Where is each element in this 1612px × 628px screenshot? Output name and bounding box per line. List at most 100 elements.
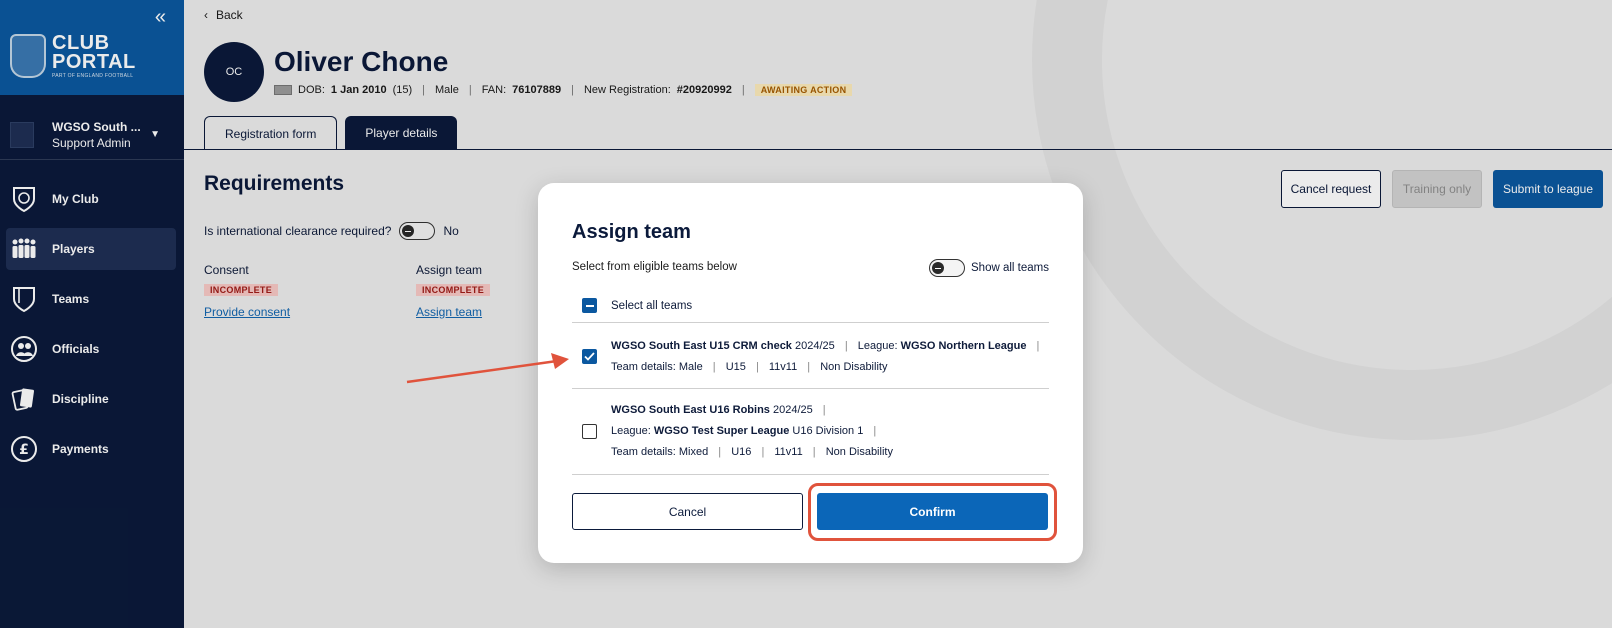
separator: | [571,84,574,96]
cancel-request-button[interactable]: Cancel request [1281,170,1381,208]
dob-value: 1 Jan 2010 [330,84,387,96]
requirements-title: Requirements [204,172,345,195]
team-age-group: U16 [731,446,752,458]
sidebar-item-teams[interactable]: Teams [6,278,176,320]
sidebar-item-my-club[interactable]: My Club [6,178,176,220]
team-option[interactable]: WGSO South East U15 CRM check 2024/25 | … [572,325,1049,389]
caret-down-icon[interactable]: ▼ [150,129,160,140]
sidebar-item-discipline[interactable]: Discipline [6,378,176,420]
sidebar-item-label: My Club [52,192,99,206]
player-name: Oliver Chone [274,46,449,77]
back-link[interactable]: ‹ Back [204,8,243,22]
separator: | [468,84,472,96]
checkmark-icon [584,352,595,361]
age: (15) [392,84,413,96]
modal-subtitle: Select from eligible teams below [572,261,737,273]
pound-icon: £ [10,435,38,463]
team-checkbox[interactable] [582,349,597,364]
fan-label: FAN: [481,84,507,96]
logo-tagline: PART OF ENGLAND FOOTBALL [52,73,134,79]
team-disability: Non Disability [820,360,888,373]
consent-requirement: Consent INCOMPLETE Provide consent [204,263,290,319]
team-details-label: Team details: [611,360,676,373]
team-name: WGSO South East U16 Robins [611,404,770,416]
sidebar-nav: My Club Players Teams Officials Discipli… [6,178,176,478]
fan-value: 76107889 [512,84,562,96]
background-decoration [1032,0,1612,440]
team-season: 2024/25 [795,339,835,352]
training-only-button[interactable]: Training only [1392,170,1482,208]
tab-player-details[interactable]: Player details [345,116,458,150]
team-age-group: U15 [725,360,746,373]
tab-divider [184,149,1612,150]
show-all-teams-toggle[interactable] [929,259,966,277]
club-portal-logo[interactable]: CLUB PORTAL PART OF ENGLAND FOOTBALL [10,33,136,79]
show-all-teams-control: Show all teams [929,259,1049,277]
team-details-label: Team details: [611,446,676,458]
provide-consent-link[interactable]: Provide consent [204,305,290,319]
chevron-left-icon: ‹ [204,8,208,22]
assign-team-status-badge: INCOMPLETE [416,284,491,296]
cards-icon [10,385,38,413]
sidebar-item-label: Players [52,242,95,256]
shield-icon [10,285,38,313]
assign-team-link[interactable]: Assign team [416,305,490,319]
assign-team-requirement: Assign team INCOMPLETE Assign team [416,263,491,319]
tab-registration-form[interactable]: Registration form [204,116,338,150]
team-checkbox[interactable] [582,424,597,439]
back-label: Back [216,8,243,22]
team-option[interactable]: WGSO South East U16 Robins 2024/25 | Lea… [572,389,1049,475]
cancel-button[interactable]: Cancel [572,493,803,530]
account-name: WGSO South ... [52,119,141,134]
separator: | [422,84,425,96]
sidebar-item-label: Officials [52,342,100,356]
submit-to-league-button[interactable]: Submit to league [1493,170,1603,208]
collapse-sidebar-icon[interactable]: « [155,6,166,29]
league-name: WGSO Northern League [900,339,1027,352]
team-format: 11v11 [768,360,798,373]
confirm-button[interactable]: Confirm [817,493,1048,530]
assign-team-label: Assign team [416,263,483,277]
league-division: U16 Division 1 [792,425,864,437]
team-gender: Mixed [678,446,709,458]
separator: | [741,84,745,96]
gender: Male [434,84,459,96]
three-lions-crest-icon [10,34,46,79]
sidebar-item-officials[interactable]: Officials [6,328,176,370]
flag-icon [274,85,292,95]
consent-status-badge: INCOMPLETE [204,284,279,296]
international-clearance-row: Is international clearance required? No [204,222,459,240]
sidebar-item-players[interactable]: Players [6,228,176,270]
registration-value: #20920992 [676,84,732,96]
sidebar-item-label: Teams [52,292,90,306]
svg-text:£: £ [19,442,29,458]
tab-bar: Registration form Player details [204,116,458,150]
sidebar-item-payments[interactable]: £ Payments [6,428,176,470]
show-all-teams-label: Show all teams [971,262,1049,274]
assign-team-modal: Assign team Select from eligible teams b… [538,183,1083,563]
modal-title: Assign team [572,221,691,243]
select-all-checkbox[interactable] [582,298,597,313]
account-role: Support Admin [52,135,131,150]
officials-icon [10,335,38,363]
consent-label: Consent [204,263,249,277]
team-format: 11v11 [774,446,803,458]
league-name: WGSO Test Super League [653,425,790,437]
account-switcher[interactable]: WGSO South ... Support Admin ▼ [0,110,184,160]
team-disability: Non Disability [825,446,893,458]
dob-label: DOB: [298,84,325,96]
avatar: OC [204,42,264,102]
intl-value: No [443,224,459,238]
registration-label: New Registration: [583,84,671,96]
intl-clearance-toggle[interactable] [399,222,436,240]
club-crest-placeholder [10,121,34,148]
team-gender: Male [678,360,703,373]
sidebar-item-label: Discipline [52,392,109,406]
team-season: 2024/25 [772,404,813,416]
player-meta: DOB: 1 Jan 2010 (15) | Male | FAN: 76107… [274,84,853,96]
sidebar: « CLUB PORTAL PART OF ENGLAND FOOTBALL W… [0,0,184,628]
logo-line-2: PORTAL [52,51,136,73]
league-label: League: [857,339,898,352]
sidebar-item-label: Payments [52,442,109,456]
players-icon [10,235,38,263]
